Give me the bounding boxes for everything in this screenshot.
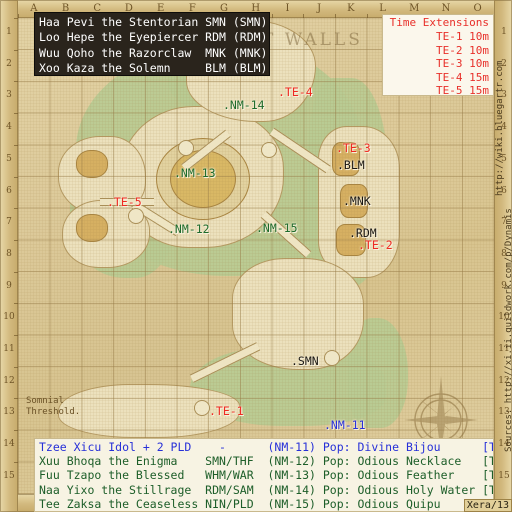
map-marker-te-5[interactable]: .TE-5 [107,195,142,209]
place-label-somnial-threshold: Somnial Threshold. [26,396,81,417]
row-label-3: 3 [6,90,12,101]
road-node-w [128,208,144,224]
row-label-right-1: 1 [501,27,507,37]
nm12-ruin [76,214,108,242]
row-label-10: 10 [3,312,15,323]
row-tick [14,144,18,146]
row-tick [14,81,18,83]
nm-panel-line: Xoo Kaza the Solemn BLM (BLM) [39,61,268,76]
notorious-monster-panel: Haa Pevi the Stentorian SMN (SMN) Loo He… [34,12,270,76]
legend-row: Xuu Bhoqa the Enigma SMN/THF (NM-12) Pop… [39,454,493,469]
column-label-n: N [441,3,451,14]
road-node-te1 [194,400,210,416]
map-marker-te-4[interactable]: .TE-4 [278,85,313,99]
row-label-2: 2 [6,58,12,69]
map-marker-te-1[interactable]: .TE-1 [209,404,244,418]
row-label-5: 5 [6,153,12,164]
grass-region-east [308,78,388,288]
nm-panel-line: Wuu Qoho the Razorclaw MNK (MNK) [39,45,268,60]
column-label-i: I [285,3,290,14]
map-marker-te-2[interactable]: .TE-2 [358,238,393,252]
map-marker-nm-11[interactable]: .NM-11 [324,418,366,432]
author-watermark: Xera/13 [463,499,512,512]
row-tick [14,461,18,463]
column-label-l: L [379,3,386,14]
column-tick [303,14,305,18]
row-label-7: 7 [6,217,12,228]
time-extension-row: TE-4 15m [436,70,489,84]
time-extensions-panel: Time Extensions TE-1 10m TE-2 10m TE-3 1… [382,14,494,98]
row-tick [14,49,18,51]
column-tick [18,14,19,18]
time-extensions-title: Time Extensions [389,16,489,29]
time-extension-row: TE-3 10m [436,57,489,71]
row-tick [14,335,18,336]
row-label-4: 4 [6,122,12,133]
map-marker-nm-13[interactable]: .NM-13 [174,166,216,180]
row-tick [14,303,18,305]
column-tick [271,14,273,18]
legend-row: Tee Zaksa the Ceaseless NIN/PLD (NM-15) … [39,496,493,511]
road-node-se [324,350,340,366]
row-label-13: 13 [3,407,15,418]
map-marker-blm[interactable]: .BLM [337,158,365,172]
map-marker-te-3[interactable]: .TE-3 [336,141,371,155]
legend-row: Naa Yixo the Stillrage RDM/SAM (NM-14) P… [39,482,493,497]
column-tick [335,14,336,18]
nm-panel-line: Loo Hepe the Eyepiercer RDM (RDM) [39,30,268,45]
road-south [189,342,261,383]
row-tick [14,366,18,368]
row-label-11: 11 [3,344,15,354]
row-tick [14,239,18,241]
row-label-8: 8 [6,248,12,259]
road-node-nw [178,140,194,156]
row-tick [14,208,18,210]
time-extension-row: TE-1 10m [436,30,489,43]
row-label-1: 1 [6,27,12,37]
column-label-k: K [347,3,355,14]
row-tick [14,271,18,273]
column-tick [366,14,368,18]
row-label-right-15: 15 [498,470,510,481]
map-title-watermark: T WALLS [262,30,363,50]
road-node-ne [261,142,277,158]
column-label-j: J [317,3,322,14]
map-marker-smn[interactable]: .SMN [291,354,319,368]
time-extension-row: TE-2 10m [436,43,489,57]
source-attribution-secondary: http://wiki.bluegartr.com [495,60,505,196]
row-label-14: 14 [3,439,15,450]
nm13-ruin [76,150,108,178]
row-tick [14,18,18,19]
row-label-9: 9 [6,280,12,291]
map-marker-mnk[interactable]: .MNK [343,194,371,208]
row-label-6: 6 [6,185,12,196]
row-label-15: 15 [3,470,15,481]
row-tick [14,430,18,432]
row-tick [14,176,18,178]
map-marker-nm-12[interactable]: .NM-12 [168,222,210,236]
nm-legend-panel: Tzee Xicu Idol + 2 PLD - (NM-11) Pop: Di… [34,438,494,512]
row-label-12: 12 [3,375,15,386]
row-tick [14,113,18,115]
map-marker-nm-14[interactable]: .NM-14 [223,98,265,112]
column-label-m: M [409,3,420,14]
legend-row: Tzee Xicu Idol + 2 PLD - (NM-11) Pop: Di… [39,440,493,454]
column-label-o: O [473,3,482,14]
map-screenshot: T WALLS Somnial Threshold. .NM-14 .TE-4 .T… [0,0,512,512]
nm-panel-line: Haa Pevi the Stentorian SMN (SMN) [39,15,268,29]
road-ne [269,127,331,174]
source-attribution-primary: Sources: http://xi.ii.guildwork.com/p/Dy… [504,208,512,452]
row-tick [14,398,18,400]
legend-row: Fuu Tzapo the Blessed WHM/WAR (NM-13) Po… [39,468,493,483]
time-extension-row: TE-5 15m [436,84,489,98]
map-marker-nm-15[interactable]: .NM-15 [256,221,298,235]
